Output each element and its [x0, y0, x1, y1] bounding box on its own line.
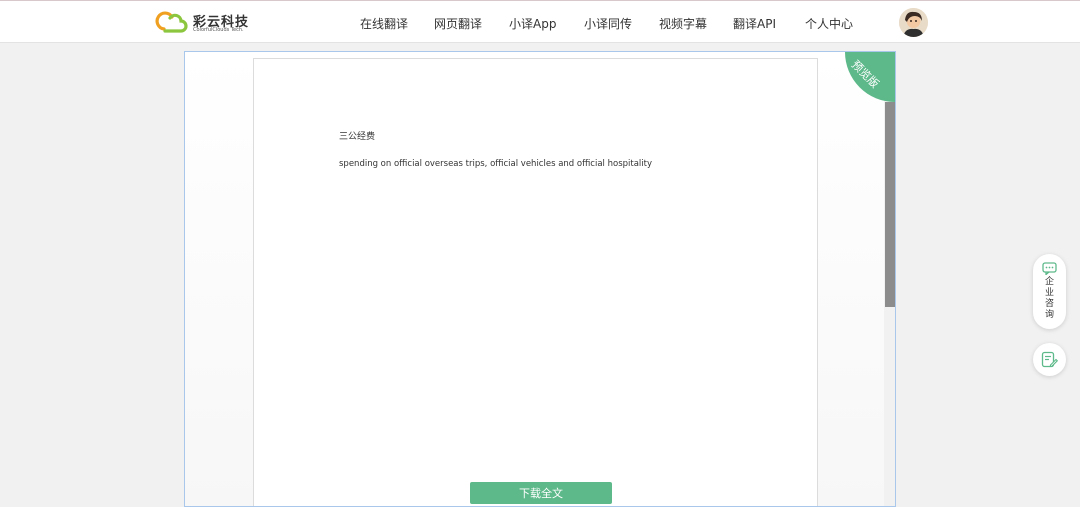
avatar-icon: [899, 8, 928, 37]
document-page: 三公经费 spending on official overseas trips…: [253, 58, 818, 506]
brand-logo[interactable]: 彩云科技 ColorfulClouds Tech.: [155, 9, 255, 37]
feedback-button[interactable]: [1033, 343, 1066, 376]
term-translation: spending on official overseas trips, off…: [339, 159, 653, 169]
chat-icon: [1042, 262, 1057, 275]
enterprise-consult-button[interactable]: 企 业 咨 询: [1033, 254, 1066, 329]
source-term: 三公经费: [339, 132, 376, 142]
document-preview: 三公经费 spending on official overseas trips…: [184, 51, 896, 507]
top-header: 彩云科技 ColorfulClouds Tech. 在线翻译 网页翻译 小译Ap…: [0, 0, 1080, 43]
consult-label: 企 业 咨 询: [1044, 277, 1054, 320]
nav-simultaneous[interactable]: 小译同传: [584, 15, 632, 32]
nav-xiaoyi-app[interactable]: 小译App: [509, 15, 556, 32]
scrollbar-thumb[interactable]: [885, 102, 895, 307]
download-full-button[interactable]: 下载全文: [470, 482, 612, 504]
nav-video-subtitles[interactable]: 视频字幕: [659, 15, 707, 32]
edit-note-icon: [1041, 351, 1058, 368]
cloud-logo-icon: [155, 11, 188, 33]
preview-ribbon: 预览版: [845, 52, 895, 102]
nav-web-translate[interactable]: 网页翻译: [434, 15, 482, 32]
user-avatar[interactable]: [899, 8, 928, 37]
nav-translate-api[interactable]: 翻译API: [733, 15, 776, 32]
nav-online-translate[interactable]: 在线翻译: [360, 15, 408, 32]
nav-personal-center[interactable]: 个人中心: [805, 15, 853, 32]
logo-subtitle: ColorfulClouds Tech.: [193, 27, 244, 33]
